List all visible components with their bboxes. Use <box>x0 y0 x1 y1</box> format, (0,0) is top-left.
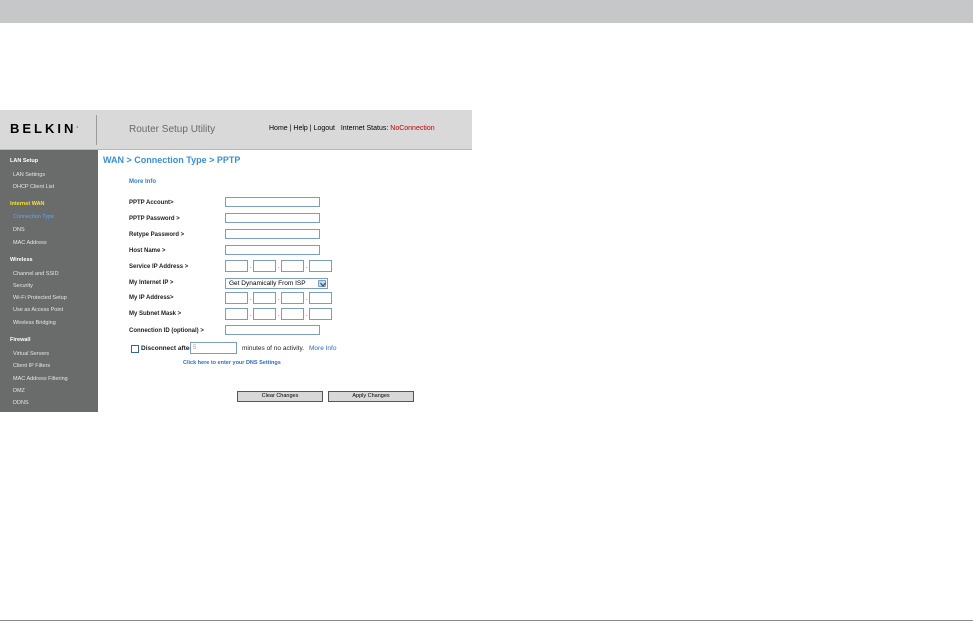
sidebar-item-client-ip-filters[interactable]: Client IP Filters <box>13 363 50 369</box>
ip-dot: . <box>278 312 280 318</box>
belkin-logo: BELKIN. <box>10 121 78 136</box>
help-link[interactable]: Help <box>293 125 307 132</box>
ip-dot: . <box>278 264 280 270</box>
pptp-password-input[interactable] <box>225 213 320 223</box>
sidebar-item-connection-type[interactable]: Connection Type <box>13 214 54 220</box>
ip-octet-4[interactable] <box>309 260 332 272</box>
disconnect-minutes-input[interactable]: 5 <box>190 342 237 354</box>
link-separator: | <box>309 125 312 132</box>
logo-text: BELKIN <box>10 121 77 136</box>
ip-octet-1[interactable] <box>225 308 248 320</box>
app-title: Router Setup Utility <box>129 124 216 135</box>
home-link[interactable]: Home <box>269 125 288 132</box>
sidebar-item-wireless-bridging[interactable]: Wireless Bridging <box>13 320 56 326</box>
sidebar-item-lan-settings[interactable]: LAN Settings <box>13 172 45 178</box>
sidebar-item-access-point[interactable]: Use as Access Point <box>13 307 63 313</box>
router-setup-screenshot: BELKIN. Router Setup Utility Home | Help… <box>0 110 472 412</box>
minutes-suffix: minutes of no activity. <box>242 345 305 352</box>
header-bar: BELKIN. Router Setup Utility Home | Help… <box>0 110 472 150</box>
apply-changes-button[interactable]: Apply Changes <box>328 391 414 402</box>
retype-password-input[interactable] <box>225 229 320 239</box>
ip-dot: . <box>306 264 308 270</box>
ip-dot: . <box>250 296 252 302</box>
main-content: WAN > Connection Type > PPTP More Info P… <box>98 150 472 412</box>
internet-status-label: Internet Status: <box>340 125 389 132</box>
dns-settings-link[interactable]: Click here to enter your DNS Settings <box>183 360 281 366</box>
host-name-input[interactable] <box>225 245 320 255</box>
disconnect-row: Disconnect after 5 minutes of no activit… <box>131 342 461 357</box>
ip-dot: . <box>250 312 252 318</box>
my-internet-ip-select[interactable]: Get Dynamically From ISP <box>225 278 328 289</box>
ip-octet-2[interactable] <box>253 292 276 304</box>
more-info-link[interactable]: More Info <box>129 179 156 185</box>
connection-id-label: Connection ID (optional) > <box>129 328 204 334</box>
sidebar-item-virtual-servers[interactable]: Virtual Servers <box>13 351 49 357</box>
sidebar-item-dmz[interactable]: DMZ <box>13 388 25 394</box>
sidebar: LAN Setup LAN Settings DHCP Client List … <box>0 150 98 412</box>
ip-octet-3[interactable] <box>281 308 304 320</box>
disconnect-checkbox[interactable] <box>131 345 139 353</box>
sidebar-item-dhcp-client-list[interactable]: DHCP Client List <box>13 184 54 190</box>
subnet-mask-label: My Subnet Mask > <box>129 311 182 317</box>
header-divider <box>96 115 97 145</box>
sidebar-item-mac-address[interactable]: MAC Address <box>13 240 47 246</box>
my-ip-label: My IP Address> <box>129 295 174 301</box>
sidebar-item-dns[interactable]: DNS <box>13 227 25 233</box>
service-ip-label: Service IP Address > <box>129 264 189 270</box>
sidebar-item-ddns[interactable]: DDNS <box>13 400 29 406</box>
chevron-down-icon <box>318 280 326 287</box>
sidebar-item-security[interactable]: Security <box>13 283 33 289</box>
ip-octet-1[interactable] <box>225 260 248 272</box>
host-name-label: Host Name > <box>129 248 166 254</box>
ip-dot: . <box>278 296 280 302</box>
sidebar-group-firewall[interactable]: Firewall <box>10 337 30 343</box>
ip-octet-3[interactable] <box>281 260 304 272</box>
pptp-password-label: PPTP Password > <box>129 216 180 222</box>
internet-status-value: NoConnection <box>390 125 435 132</box>
logo-mark: . <box>76 123 79 130</box>
sidebar-group-internet-wan[interactable]: Internet WAN <box>10 201 45 207</box>
sidebar-item-mac-filtering[interactable]: MAC Address Filtering <box>13 376 68 382</box>
bottom-rule <box>0 620 973 621</box>
top-banner <box>0 0 973 23</box>
sidebar-item-wps[interactable]: Wi-Fi Protected Setup <box>13 295 67 301</box>
logout-link[interactable]: Logout <box>314 125 335 132</box>
ip-octet-4[interactable] <box>309 308 332 320</box>
disconnect-more-info-link[interactable]: More Info <box>309 345 336 352</box>
breadcrumb: WAN > Connection Type > PPTP <box>103 155 241 165</box>
ip-dot: . <box>250 264 252 270</box>
pptp-account-label: PPTP Account> <box>129 200 174 206</box>
pptp-account-input[interactable] <box>225 197 320 207</box>
ip-octet-4[interactable] <box>309 292 332 304</box>
ip-octet-1[interactable] <box>225 292 248 304</box>
ip-dot: . <box>306 296 308 302</box>
retype-password-label: Retype Password > <box>129 232 185 238</box>
ip-octet-2[interactable] <box>253 260 276 272</box>
ip-octet-3[interactable] <box>281 292 304 304</box>
disconnect-label: Disconnect after <box>141 345 192 352</box>
sidebar-group-wireless[interactable]: Wireless <box>10 257 33 263</box>
ip-dot: . <box>306 312 308 318</box>
my-internet-ip-label: My Internet IP > <box>129 280 174 286</box>
select-value: Get Dynamically From ISP <box>229 280 306 287</box>
ip-octet-2[interactable] <box>253 308 276 320</box>
clear-changes-button[interactable]: Clear Changes <box>237 391 323 402</box>
sidebar-item-channel-ssid[interactable]: Channel and SSID <box>13 271 59 277</box>
connection-id-input[interactable] <box>225 325 320 335</box>
sidebar-group-lan-setup[interactable]: LAN Setup <box>10 158 38 164</box>
link-separator: | <box>289 125 292 132</box>
header-links: Home | Help | Logout Internet Status: No… <box>269 125 435 132</box>
